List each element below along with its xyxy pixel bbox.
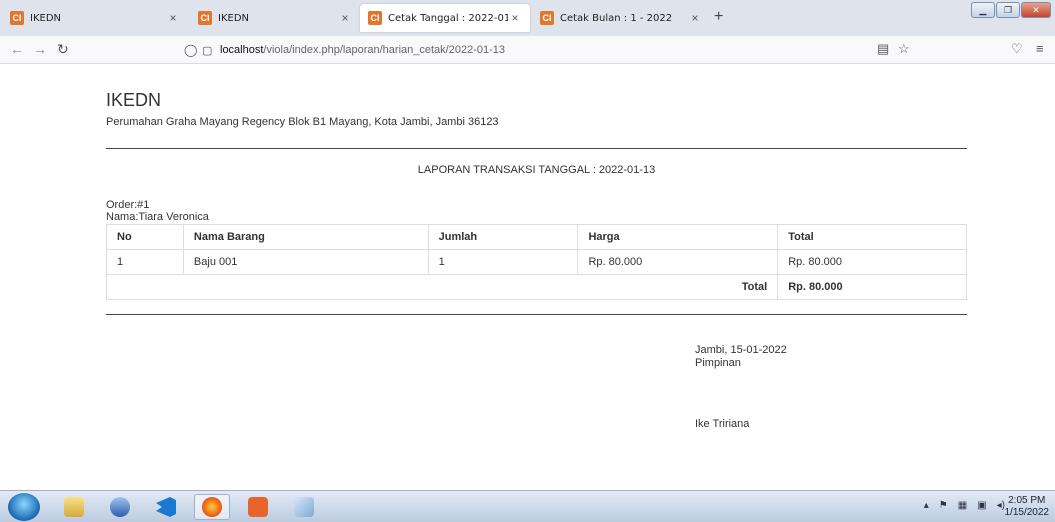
codeigniter-favicon-icon: CI: [10, 11, 24, 25]
codeigniter-favicon-icon: CI: [368, 11, 382, 25]
taskbar-clock[interactable]: 2:05 PM 1/15/2022: [1005, 495, 1050, 519]
cell-no: 1: [106, 249, 184, 275]
new-tab-plus-icon[interactable]: +: [714, 8, 723, 26]
navigation-bar: ← → ↻ ◯ ▢ localhost/viola/index.php/lapo…: [0, 36, 1055, 64]
tab-ikedn-1[interactable]: CI IKEDN ×: [2, 4, 188, 32]
window-controls: ▁ ❐ ✕: [971, 2, 1051, 18]
windows-taskbar: ▴ ⚑ ▦ ▣ ◂) 2:05 PM 1/15/2022: [0, 490, 1055, 522]
column-header-nama-barang: Nama Barang: [182, 224, 429, 250]
signature-place-date: Jambi, 15-01-2022: [695, 344, 787, 356]
tray-flag-icon[interactable]: ⚑: [939, 500, 948, 511]
cell-nama-barang: Baju 001: [182, 249, 429, 275]
cell-total: Rp. 80.000: [777, 249, 967, 275]
reload-icon[interactable]: ↻: [57, 41, 69, 58]
order-number: Order:#1: [106, 199, 150, 211]
total-label: Total: [105, 274, 779, 300]
address-bar[interactable]: ◯ ▢ localhost/viola/index.php/laporan/ha…: [184, 39, 901, 61]
taskbar-codeigniter-icon[interactable]: [240, 494, 276, 520]
taskbar-dolphin-icon[interactable]: [102, 494, 138, 520]
reader-view-icon[interactable]: ▤: [877, 41, 889, 57]
close-tab-icon[interactable]: ×: [688, 11, 702, 25]
bookmark-star-icon[interactable]: ☆: [898, 41, 910, 57]
tab-cetak-tanggal[interactable]: CI Cetak Tanggal : 2022-01-13 ×: [360, 4, 530, 32]
tab-strip: CI IKEDN × CI IKEDN × CI Cetak Tanggal :…: [0, 0, 1055, 36]
url-host: localhost: [220, 44, 264, 56]
forward-arrow-icon[interactable]: →: [33, 41, 47, 57]
minimize-button[interactable]: ▁: [971, 2, 995, 18]
order-items-table: No Nama Barang Jumlah Harga Total 1 Baju…: [105, 224, 967, 300]
report-title: LAPORAN TRANSAKSI TANGGAL : 2022-01-13: [417, 164, 656, 176]
tab-title: IKEDN: [218, 12, 250, 24]
tracking-shield-icon[interactable]: ◯: [184, 43, 202, 57]
codeigniter-favicon-icon: CI: [540, 11, 554, 25]
header-divider: [106, 148, 967, 149]
total-row: Total Rp. 80.000: [105, 274, 967, 300]
close-tab-icon[interactable]: ×: [166, 11, 180, 25]
back-arrow-icon[interactable]: ←: [10, 41, 24, 57]
taskbar-vscode-icon[interactable]: [148, 494, 184, 520]
tray-display-icon[interactable]: ▣: [977, 500, 986, 511]
codeigniter-favicon-icon: CI: [198, 11, 212, 25]
start-button-icon[interactable]: [8, 493, 40, 521]
signature-role: Pimpinan: [695, 357, 741, 369]
clock-time: 2:05 PM: [1008, 495, 1046, 506]
total-value: Rp. 80.000: [777, 274, 967, 300]
tab-title: IKEDN: [30, 12, 62, 24]
column-header-harga: Harga: [577, 224, 779, 250]
table-row: 1 Baju 001 1 Rp. 80.000 Rp. 80.000: [106, 249, 967, 275]
cell-jumlah: 1: [427, 249, 579, 275]
tray-arrow-up-icon[interactable]: ▴: [924, 500, 929, 511]
table-header-row: No Nama Barang Jumlah Harga Total: [106, 224, 967, 250]
cell-harga: Rp. 80.000: [577, 249, 779, 275]
footer-divider: [106, 314, 967, 315]
close-window-button[interactable]: ✕: [1021, 2, 1051, 18]
column-header-total: Total: [777, 224, 967, 250]
tray-network-icon[interactable]: ▦: [958, 500, 967, 511]
signature-name: Ike Tririana: [695, 418, 750, 430]
tab-cetak-bulan[interactable]: CI Cetak Bulan : 1 - 2022 ×: [532, 4, 710, 32]
company-name: IKEDN: [106, 90, 162, 110]
tab-title: Cetak Bulan : 1 - 2022: [560, 12, 673, 24]
maximize-button[interactable]: ❐: [996, 2, 1020, 18]
customer-name: Nama:Tiara Veronica: [106, 211, 209, 223]
taskbar-paint-icon[interactable]: [286, 494, 322, 520]
tab-title: Cetak Tanggal : 2022-01-13: [388, 12, 508, 24]
company-address: Perumahan Graha Mayang Regency Blok B1 M…: [106, 116, 499, 128]
taskbar-explorer-icon[interactable]: [56, 494, 92, 520]
pocket-icon[interactable]: ♡: [1011, 41, 1023, 57]
clock-date: 1/15/2022: [1004, 507, 1050, 518]
system-tray: ▴ ⚑ ▦ ▣ ◂): [924, 500, 1005, 511]
close-tab-icon[interactable]: ×: [508, 11, 522, 25]
taskbar-firefox-icon[interactable]: [194, 494, 230, 520]
column-header-no: No: [106, 224, 184, 250]
url-path: /viola/index.php/laporan/harian_cetak/20…: [263, 44, 505, 56]
page-info-icon[interactable]: ▢: [202, 44, 220, 57]
menu-hamburger-icon[interactable]: ≡: [1036, 41, 1044, 56]
tab-ikedn-2[interactable]: CI IKEDN ×: [190, 4, 360, 32]
column-header-jumlah: Jumlah: [427, 224, 579, 250]
close-tab-icon[interactable]: ×: [338, 11, 352, 25]
